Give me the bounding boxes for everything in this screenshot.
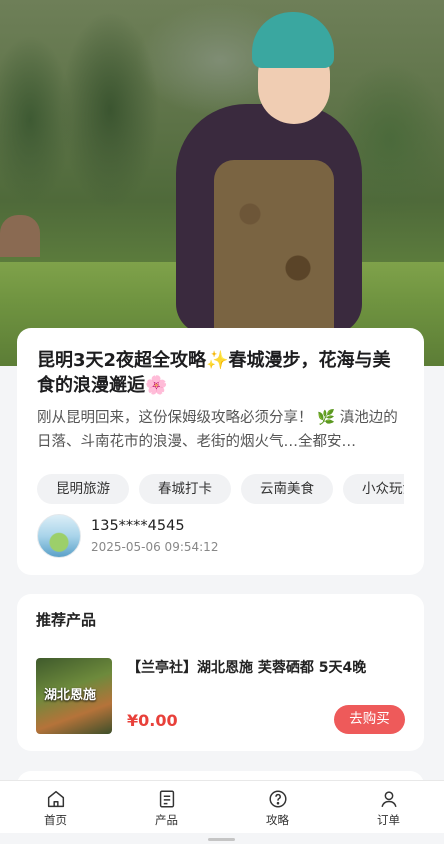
bottom-tab-bar: 首页 产品 攻略 订单	[0, 780, 444, 833]
tag-item[interactable]: 云南美食	[241, 474, 333, 504]
tab-products[interactable]: 产品	[111, 781, 222, 833]
document-icon	[159, 790, 174, 808]
tag-item[interactable]: 春城打卡	[139, 474, 231, 504]
tag-list: 昆明旅游 春城打卡 云南美食 小众玩法	[37, 474, 404, 504]
product-info: 【兰亭社】湖北恩施 芙蓉硒都 5天4晚 ¥0.00 去购买	[127, 658, 405, 734]
home-indicator	[208, 838, 235, 841]
sparkles-icon: ✨	[206, 350, 229, 371]
article-excerpt: 刚从昆明回来，这份保姆级攻略必须分享！ 🌿 滇池边的日落、斗南花市的浪漫、老街的…	[37, 410, 398, 450]
product-price: ¥0.00	[127, 711, 178, 730]
author-row: 135****4545 2025-05-06 09:54:12	[37, 514, 404, 558]
buy-button[interactable]: 去购买	[334, 705, 405, 734]
tab-home[interactable]: 首页	[0, 781, 111, 833]
tab-orders[interactable]: 订单	[333, 781, 444, 833]
article-title: 昆明3天2夜超全攻略✨春城漫步，花海与美食的浪漫邂逅🌸	[37, 350, 391, 396]
hero-overalls	[214, 160, 334, 340]
author-info: 135****4545 2025-05-06 09:54:12	[91, 516, 218, 556]
avatar[interactable]	[37, 514, 81, 558]
tag-item[interactable]: 昆明旅游	[37, 474, 129, 504]
author-name: 135****4545	[91, 518, 185, 534]
article-card: 昆明3天2夜超全攻略✨春城漫步，花海与美食的浪漫邂逅🌸 刚从昆明回来，这份保姆级…	[17, 328, 424, 575]
user-icon	[380, 791, 397, 808]
hero-image	[0, 0, 444, 366]
home-icon	[47, 790, 64, 808]
tab-guides[interactable]: 攻略	[222, 781, 333, 833]
thumb-text: 湖北恩施	[44, 688, 97, 703]
tag-item[interactable]: 小众玩法	[343, 474, 404, 504]
tab-label: 攻略	[266, 813, 289, 827]
section-title: 推荐产品	[36, 611, 97, 629]
tab-label: 首页	[44, 813, 67, 827]
product-thumbnail[interactable]: 湖北恩施	[36, 658, 112, 734]
tab-label: 订单	[377, 813, 400, 827]
product-name[interactable]: 【兰亭社】湖北恩施 芙蓉硒都 5天4晚	[127, 658, 405, 678]
recommend-card: 推荐产品 湖北恩施 【兰亭社】湖北恩施 芙蓉硒都 5天4晚 ¥0.00 去购买	[17, 594, 424, 751]
herb-icon: 🌿	[317, 410, 336, 426]
tab-label: 产品	[155, 813, 178, 827]
cherry-blossom-icon: 🌸	[145, 375, 168, 396]
help-circle-icon	[268, 790, 287, 808]
publish-time: 2025-05-06 09:54:12	[91, 540, 219, 554]
hero-hut	[0, 215, 40, 257]
product-item[interactable]: 湖北恩施 【兰亭社】湖北恩施 芙蓉硒都 5天4晚 ¥0.00 去购买	[36, 658, 405, 734]
